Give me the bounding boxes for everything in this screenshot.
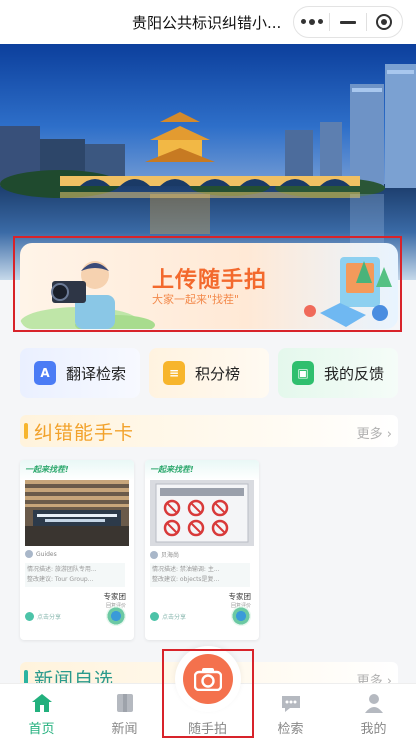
tab-news[interactable]: 新闻 (83, 684, 166, 739)
expert-badge-icon (106, 606, 126, 626)
card-user-name: Guides (36, 550, 57, 558)
more-options-button[interactable] (294, 7, 329, 37)
card-suggest-line: 整改建议: Tour Group... (27, 576, 94, 583)
card-expert-label: 专家团 (103, 592, 127, 601)
highlight-box-snapshot (162, 649, 254, 738)
card-description: 情况描述: 禁油输调: 主... 整改建议: objects是复... (150, 563, 250, 587)
tab-search-label: 检索 (277, 722, 304, 737)
avatar (25, 550, 33, 558)
card-expert-label: 专家团 (228, 592, 252, 601)
card-user: Guides (25, 550, 57, 558)
close-miniprogram-button[interactable] (367, 7, 402, 37)
minus-icon (339, 20, 356, 24)
share-icon (150, 612, 159, 621)
tab-profile-label: 我的 (360, 722, 387, 737)
card-desc-line: 情况描述: 旅游团队专用... (27, 566, 97, 573)
more-dots-icon (300, 19, 323, 25)
target-icon (376, 14, 393, 30)
tab-profile[interactable]: 我的 (332, 684, 415, 739)
card-photo (25, 480, 129, 546)
correction-card[interactable]: 一起来找茬! Guides 情况描述: 旅游团队专用... 整改建议: Tour… (20, 460, 134, 640)
tab-home[interactable]: 首页 (0, 684, 83, 739)
section-title-correction: 纠错能手卡 (34, 422, 135, 444)
card-share-label: 点击分享 (37, 614, 62, 621)
expert-badge-icon (231, 606, 251, 626)
correction-card[interactable]: 一起来找茬! 贝海尚 情况描述: 禁油输调: 主... 整改建议: object… (145, 460, 259, 640)
tab-home-label: 首页 (28, 722, 55, 737)
card-user: 贝海尚 (150, 550, 179, 559)
tab-search[interactable]: 检索 (249, 684, 332, 739)
card-share-label: 点击分享 (162, 614, 187, 621)
card-share[interactable]: 点击分享 (150, 612, 186, 621)
more-link-correction[interactable]: 更多 › (357, 423, 392, 442)
page-title: 贵阳公共标识纠错小... (132, 14, 282, 32)
my-feedback-label: 我的反馈 (324, 364, 385, 383)
card-suggest-line: 整改建议: objects是复... (152, 576, 220, 583)
my-feedback-button[interactable]: ▣ 我的反馈 (278, 348, 398, 398)
card-photo (150, 480, 254, 546)
home-icon (31, 694, 52, 712)
translate-search-button[interactable]: A 翻译检索 (20, 348, 140, 398)
points-ranking-label: 积分榜 (195, 364, 241, 383)
card-tag: 一起来找茬! (25, 465, 69, 474)
avatar (150, 550, 158, 559)
points-ranking-button[interactable]: ≡ 积分榜 (149, 348, 269, 398)
section-header-correction: 纠错能手卡 更多 › (20, 415, 398, 447)
highlight-box-upload (13, 236, 402, 332)
share-icon (25, 612, 34, 621)
miniprogram-capsule (293, 6, 403, 38)
points-icon: ≡ (163, 361, 185, 385)
minimize-button[interactable] (330, 7, 365, 37)
news-icon (116, 694, 133, 712)
search-chat-icon (281, 696, 300, 712)
translate-search-label: 翻译检索 (66, 364, 127, 383)
card-desc-line: 情况描述: 禁油输调: 主... (152, 566, 220, 573)
card-description: 情况描述: 旅游团队专用... 整改建议: Tour Group... (25, 563, 125, 587)
card-user-name: 贝海尚 (161, 552, 180, 559)
title-bar: 贵阳公共标识纠错小... (0, 0, 416, 44)
tab-news-label: 新闻 (111, 722, 138, 737)
card-share[interactable]: 点击分享 (25, 612, 61, 621)
card-tag: 一起来找茬! (150, 465, 194, 474)
profile-icon (364, 694, 383, 713)
feedback-icon: ▣ (292, 361, 314, 385)
translate-icon: A (34, 361, 56, 385)
